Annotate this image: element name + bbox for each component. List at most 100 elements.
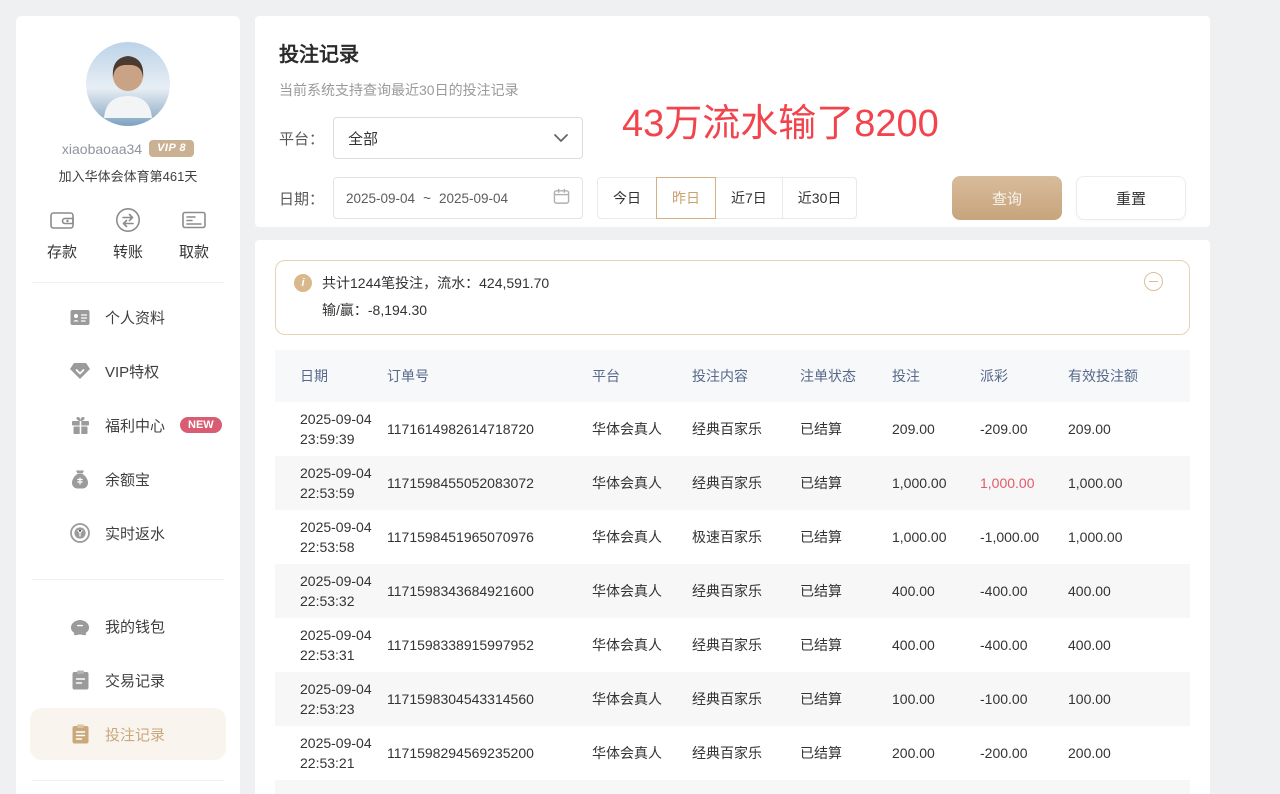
table-row[interactable]: 2025-09-0422:53:58 1171598451965070976 华…	[275, 510, 1190, 564]
cell-order-no: 1171598294569235200	[382, 745, 587, 761]
cell-bet-amount: 200.00	[887, 745, 975, 761]
transfer-arrows-icon	[113, 207, 143, 233]
sidebar-item-label: 实时返水	[105, 523, 165, 544]
cell-bet-amount: 400.00	[887, 583, 975, 599]
query-button[interactable]: 查询	[952, 176, 1062, 220]
quick-action-transfer-arrows[interactable]: 转账	[113, 207, 143, 262]
page-title: 投注记录	[279, 38, 1186, 67]
cell-valid-amount: 400.00	[1063, 637, 1190, 653]
collapse-icon[interactable]	[1144, 272, 1163, 291]
cell-platform: 华体会真人	[587, 743, 687, 763]
range-button-1[interactable]: 昨日	[656, 177, 716, 219]
action-buttons: 查询 重置	[952, 176, 1186, 220]
divider	[32, 780, 224, 781]
sidebar-item-transaction-doc[interactable]: 交易记录	[30, 654, 226, 706]
range-button-0[interactable]: 今日	[597, 177, 657, 219]
date-start: 2025-09-04	[346, 191, 415, 206]
sidebar-item-id-card[interactable]: 个人资料	[30, 291, 226, 343]
calendar-icon	[553, 188, 570, 208]
cell-order-no: 1171598304543314560	[382, 691, 587, 707]
cell-platform: 华体会真人	[587, 527, 687, 547]
cell-date: 2025-09-0423:59:39	[275, 409, 382, 449]
new-badge: NEW	[180, 417, 222, 433]
betting-records-page: xiaobaoaa34 VIP 8 加入华体会体育第461天 存款转账取款 个人…	[0, 0, 1280, 794]
avatar[interactable]	[86, 42, 170, 126]
table-row[interactable]: 2025-09-0423:59:39 1171614982614718720 华…	[275, 402, 1190, 456]
vip-badge: VIP 8	[149, 140, 194, 157]
withdraw-card-icon	[179, 207, 209, 233]
table-row[interactable]: 2025-09-04 1171598291247370880 华体会真人 经典百…	[275, 780, 1190, 794]
sidebar-item-bet-doc[interactable]: 投注记录	[30, 708, 226, 760]
annotation-overlay-text: 43万流水输了8200	[622, 92, 939, 147]
cell-date: 2025-09-0422:53:21	[275, 733, 382, 773]
sidebar-item-label: 个人资料	[105, 307, 165, 328]
gift-icon	[70, 415, 90, 435]
cell-bet-amount: 1,000.00	[887, 529, 975, 545]
range-button-3[interactable]: 近30日	[782, 177, 858, 219]
wallet-pig-icon	[70, 616, 90, 636]
divider	[32, 579, 224, 580]
range-button-2[interactable]: 近7日	[715, 177, 783, 219]
cell-status: 已结算	[795, 419, 887, 439]
cell-order-no: 1171598343684921600	[382, 583, 587, 599]
money-bag-icon	[70, 469, 90, 489]
cell-valid-amount: 209.00	[1063, 421, 1190, 437]
column-header: 平台	[587, 366, 687, 386]
sidebar: xiaobaoaa34 VIP 8 加入华体会体育第461天 存款转账取款 个人…	[16, 16, 240, 794]
cell-status: 已结算	[795, 689, 887, 709]
cell-platform: 华体会真人	[587, 473, 687, 493]
table-body: 2025-09-0423:59:39 1171614982614718720 华…	[275, 402, 1190, 794]
cell-bet-content: 经典百家乐	[687, 419, 795, 439]
sidebar-menu: 个人资料VIP特权福利中心NEW余额宝实时返水我的钱包交易记录投注记录兑奖记录	[16, 283, 240, 794]
info-icon: i	[294, 274, 312, 292]
column-header: 有效投注额	[1063, 366, 1190, 386]
platform-select-value: 全部	[348, 128, 378, 149]
avatar-image	[86, 42, 170, 126]
cell-date: 2025-09-0422:53:32	[275, 571, 382, 611]
platform-select[interactable]: 全部	[333, 117, 583, 159]
date-end: 2025-09-04	[439, 191, 508, 206]
sidebar-item-gift[interactable]: 福利中心 NEW	[30, 399, 226, 451]
cell-order-no: 1171598338915997952	[382, 637, 587, 653]
column-header: 订单号	[382, 366, 587, 386]
cell-valid-amount: 100.00	[1063, 691, 1190, 707]
table-row[interactable]: 2025-09-0422:53:32 1171598343684921600 华…	[275, 564, 1190, 618]
column-header: 日期	[275, 366, 382, 386]
sidebar-item-label: 福利中心	[105, 415, 165, 436]
cell-bet-content: 经典百家乐	[687, 581, 795, 601]
cell-bet-content: 经典百家乐	[687, 689, 795, 709]
profile-section: xiaobaoaa34 VIP 8 加入华体会体育第461天 存款转账取款	[16, 16, 240, 262]
cell-platform: 华体会真人	[587, 689, 687, 709]
sidebar-item-wallet-pig[interactable]: 我的钱包	[30, 600, 226, 652]
quick-action-deposit-wallet[interactable]: 存款	[47, 207, 77, 262]
results-card: i 共计1244笔投注，流水：424,591.70 输/赢：-8,194.30 …	[255, 240, 1210, 794]
sidebar-item-label: 交易记录	[105, 670, 165, 691]
cell-date: 2025-09-0422:53:59	[275, 463, 382, 503]
cell-payout: -209.00	[975, 421, 1063, 437]
sidebar-item-money-bag[interactable]: 余额宝	[30, 453, 226, 505]
cell-bet-content: 经典百家乐	[687, 635, 795, 655]
cell-valid-amount: 400.00	[1063, 583, 1190, 599]
cell-status: 已结算	[795, 527, 887, 547]
platform-label: 平台：	[279, 128, 333, 149]
cell-platform: 华体会真人	[587, 581, 687, 601]
transaction-doc-icon	[70, 670, 90, 690]
table-row[interactable]: 2025-09-0422:53:23 1171598304543314560 华…	[275, 672, 1190, 726]
date-range-input[interactable]: 2025-09-04 ~ 2025-09-04	[333, 177, 583, 219]
table-row[interactable]: 2025-09-0422:53:59 1171598455052083072 华…	[275, 456, 1190, 510]
join-days-text: 加入华体会体育第461天	[16, 166, 240, 185]
reset-button[interactable]: 重置	[1076, 176, 1186, 220]
quick-action-withdraw-card[interactable]: 取款	[179, 207, 209, 262]
table-row[interactable]: 2025-09-0422:53:31 1171598338915997952 华…	[275, 618, 1190, 672]
sidebar-item-vip-gem[interactable]: VIP特权	[30, 345, 226, 397]
table-header: 日期订单号平台投注内容注单状态投注派彩有效投注额	[275, 350, 1190, 402]
cell-status: 已结算	[795, 635, 887, 655]
cell-bet-content: 极速百家乐	[687, 527, 795, 547]
table-row[interactable]: 2025-09-0422:53:21 1171598294569235200 华…	[275, 726, 1190, 780]
quick-actions: 存款转账取款	[16, 207, 240, 262]
cell-payout: -200.00	[975, 745, 1063, 761]
summary-box: i 共计1244笔投注，流水：424,591.70 输/赢：-8,194.30	[275, 260, 1190, 335]
chevron-down-icon	[554, 130, 568, 146]
sidebar-item-rebate-coin[interactable]: 实时返水	[30, 507, 226, 559]
sidebar-item-label: 我的钱包	[105, 616, 165, 637]
